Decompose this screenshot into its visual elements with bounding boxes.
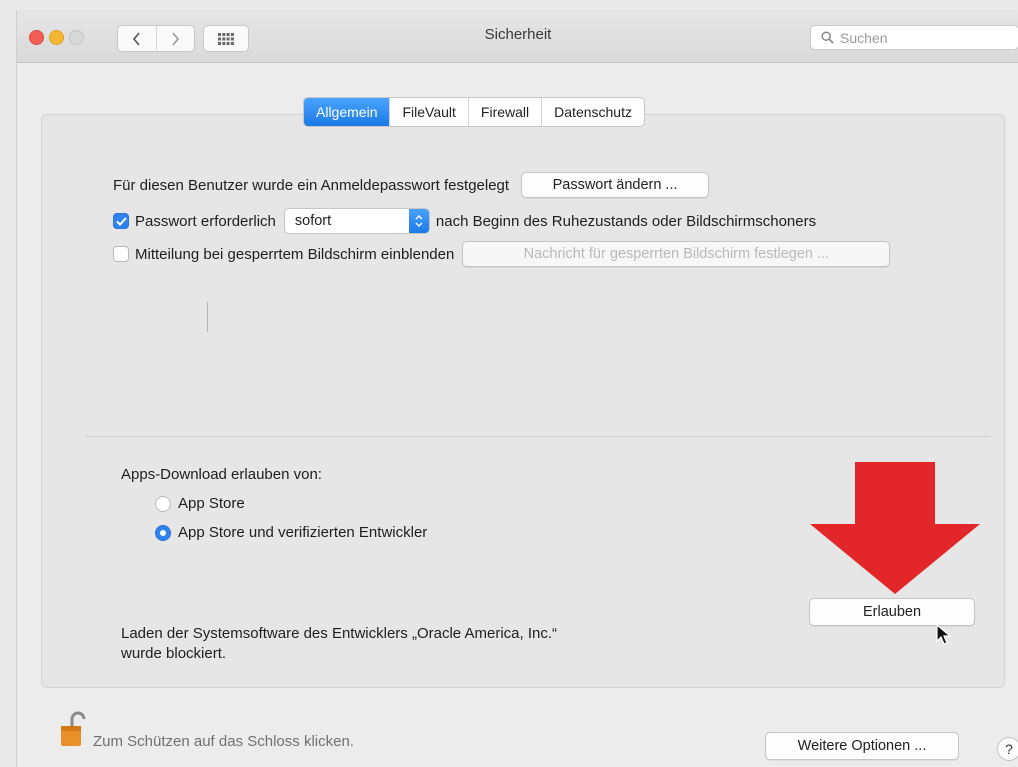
set-lock-message-button[interactable]: Nachricht für gesperrten Bildschirm fest… bbox=[462, 241, 891, 267]
checkmark-icon bbox=[115, 216, 127, 226]
radio-button[interactable] bbox=[155, 524, 171, 541]
search-placeholder: Suchen bbox=[840, 29, 888, 46]
require-password-label: Passwort erforderlich bbox=[135, 212, 276, 230]
radio-option-app-store-verified[interactable]: App Store und verifizierten Entwickler bbox=[155, 524, 427, 541]
password-status-text: Für diesen Benutzer wurde ein Anmeldepas… bbox=[113, 176, 510, 194]
lock-message-checkbox[interactable] bbox=[113, 246, 129, 262]
allow-button[interactable]: Erlauben bbox=[809, 598, 975, 626]
lock-message-label: Mitteilung bei gesperrtem Bildschirm ein… bbox=[135, 245, 455, 263]
lock-hint-text: Zum Schützen auf das Schloss klicken. bbox=[93, 733, 354, 750]
advanced-options-button[interactable]: Weitere Optionen ... bbox=[765, 732, 959, 760]
tab-datenschutz[interactable]: Datenschutz bbox=[541, 98, 644, 126]
radio-option-app-store[interactable]: App Store bbox=[155, 495, 245, 512]
text-caret bbox=[207, 302, 208, 332]
require-password-select-value: sofort bbox=[294, 213, 332, 229]
require-password-checkbox[interactable] bbox=[113, 213, 129, 229]
blocked-software-message: Laden der Systemsoftware des Entwicklers… bbox=[121, 624, 557, 664]
blocked-line-2: wurde blockiert. bbox=[121, 645, 227, 662]
preferences-window: Sicherheit Suchen Allgemein FileVault Fi… bbox=[16, 10, 1018, 767]
mouse-cursor-icon bbox=[936, 624, 952, 645]
radio-button[interactable] bbox=[155, 495, 171, 512]
tab-filevault[interactable]: FileVault bbox=[389, 98, 467, 126]
require-password-row: Passwort erforderlich sofort nach Beginn… bbox=[113, 208, 816, 234]
radio-label: App Store bbox=[178, 495, 245, 512]
red-arrow-annotation-icon bbox=[810, 462, 980, 594]
tab-allgemein[interactable]: Allgemein bbox=[304, 98, 390, 126]
title-bar: Sicherheit Suchen bbox=[17, 10, 1018, 63]
updown-chevron-icon bbox=[408, 209, 429, 233]
search-icon bbox=[821, 31, 834, 44]
radio-label: App Store und verifizierten Entwickler bbox=[178, 524, 428, 541]
lock-message-row: Mitteilung bei gesperrtem Bildschirm ein… bbox=[113, 241, 891, 267]
tab-bar: Allgemein FileVault Firewall Datenschutz bbox=[303, 97, 645, 127]
help-button[interactable]: ? bbox=[997, 737, 1018, 761]
search-field[interactable]: Suchen bbox=[810, 25, 1018, 50]
unlocked-padlock-icon[interactable] bbox=[59, 710, 89, 748]
blocked-line-1: Laden der Systemsoftware des Entwicklers… bbox=[121, 625, 557, 642]
downloads-label: Apps-Download erlauben von: bbox=[121, 466, 322, 483]
change-password-button[interactable]: Passwort ändern ... bbox=[521, 172, 710, 198]
password-row: Für diesen Benutzer wurde ein Anmeldepas… bbox=[113, 172, 710, 198]
require-password-suffix: nach Beginn des Ruhezustands oder Bildsc… bbox=[435, 212, 817, 230]
section-divider bbox=[85, 436, 991, 437]
require-password-select[interactable]: sofort bbox=[283, 208, 430, 234]
tab-firewall[interactable]: Firewall bbox=[467, 98, 541, 126]
